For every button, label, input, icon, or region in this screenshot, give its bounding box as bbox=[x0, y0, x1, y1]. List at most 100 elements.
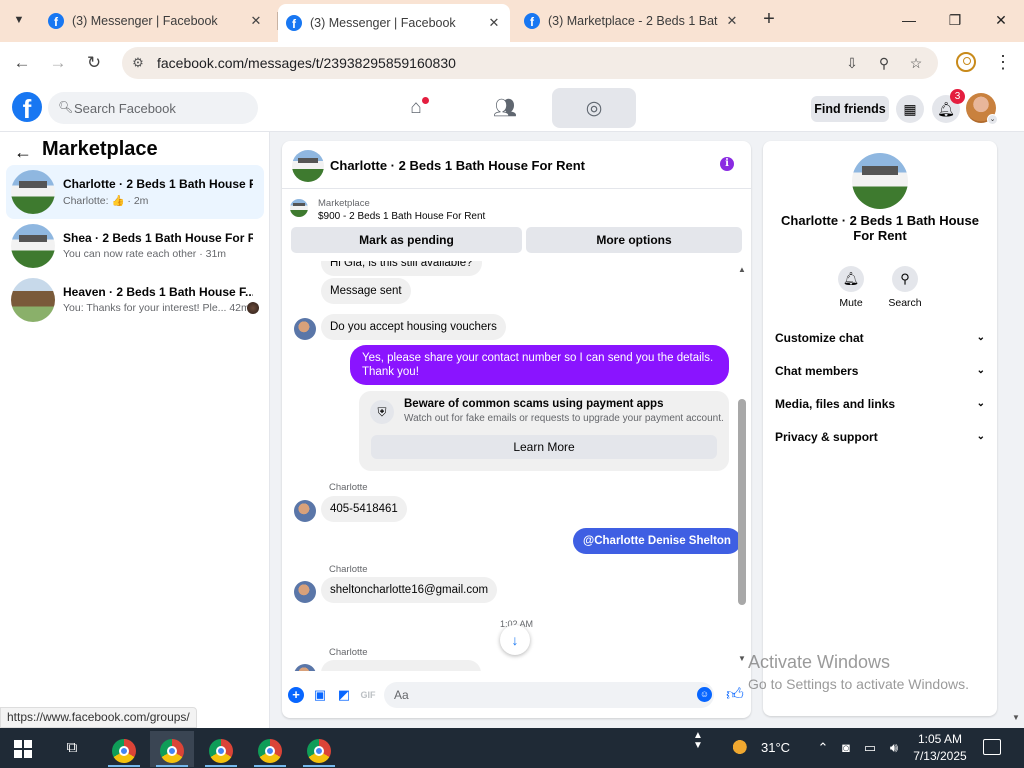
scroll-to-bottom-arrow-icon[interactable]: ↓ bbox=[500, 625, 530, 655]
message-list[interactable]: Hi Gia, is this still available? Message… bbox=[282, 261, 751, 671]
more-options-button[interactable]: More options bbox=[526, 227, 742, 253]
app-running-indicator bbox=[108, 765, 140, 767]
mute-button[interactable]: 🔔︎ Mute bbox=[831, 266, 871, 309]
sender-avatar[interactable] bbox=[294, 664, 316, 671]
account-chevron-icon[interactable]: ⌄ bbox=[987, 114, 998, 125]
conversation-item[interactable]: Heaven · 2 Beds 1 Bath House F... You: T… bbox=[6, 273, 264, 327]
task-view-icon[interactable]: ⧉ bbox=[62, 739, 82, 757]
forward-arrow-icon[interactable]: → bbox=[46, 51, 70, 75]
new-tab-button[interactable]: + bbox=[758, 9, 780, 31]
tab-close-icon[interactable]: ✕ bbox=[724, 13, 740, 29]
taskbar-chrome-app[interactable] bbox=[297, 731, 341, 767]
media-files-links-row[interactable]: Media, files and links ⌄ bbox=[775, 394, 985, 414]
conversation-name: Heaven · 2 Beds 1 Bath House F... bbox=[63, 285, 253, 299]
search-button[interactable]: ⚲ Search bbox=[885, 266, 925, 309]
nav-groups[interactable]: ◎ bbox=[552, 88, 636, 128]
privacy-support-row[interactable]: Privacy & support ⌄ bbox=[775, 427, 985, 447]
clock-date[interactable]: 7/13/2025 bbox=[910, 749, 970, 763]
action-center-icon[interactable] bbox=[983, 739, 1001, 755]
customize-chat-row[interactable]: Customize chat ⌄ bbox=[775, 328, 985, 348]
message-input[interactable] bbox=[384, 682, 714, 708]
listing-thumbnail[interactable] bbox=[292, 150, 324, 182]
app-running-indicator bbox=[156, 765, 188, 767]
windows-start-icon[interactable] bbox=[14, 740, 32, 758]
back-arrow-icon[interactable]: ← bbox=[14, 142, 32, 163]
search-label: Search bbox=[888, 297, 922, 309]
plus-icon[interactable]: + bbox=[288, 687, 304, 703]
browser-tab-3[interactable]: f (3) Marketplace - 2 Beds 1 Bath ✕ bbox=[516, 4, 748, 38]
conversation-name: Shea · 2 Beds 1 Bath House For Rent bbox=[63, 231, 253, 245]
search-icon: ⚲ bbox=[892, 266, 918, 292]
emoji-icon[interactable]: ☺ bbox=[697, 687, 712, 702]
browser-menu-icon[interactable]: ⋮ bbox=[994, 51, 1012, 75]
gif-icon[interactable]: GIF bbox=[360, 687, 376, 703]
sender-name: Charlotte bbox=[329, 564, 368, 575]
sender-avatar[interactable] bbox=[294, 318, 316, 340]
facebook-search-input[interactable] bbox=[74, 98, 249, 118]
taskbar-chrome-app[interactable] bbox=[150, 731, 194, 767]
message-bubble: Message sent bbox=[321, 278, 411, 304]
menu-grid-icon[interactable]: ▦ bbox=[896, 95, 924, 123]
clock-time[interactable]: 1:05 AM bbox=[915, 732, 965, 746]
sticker-icon[interactable]: ◩ bbox=[336, 687, 352, 703]
bookmark-star-icon[interactable]: ☆ bbox=[906, 54, 926, 72]
taskbar-chrome-app[interactable] bbox=[199, 731, 243, 767]
reload-icon[interactable]: ↻ bbox=[82, 51, 106, 75]
message-scrollbar[interactable]: ▲ ▼ bbox=[737, 265, 747, 665]
tab-close-icon[interactable]: ✕ bbox=[486, 15, 502, 31]
info-icon[interactable]: i bbox=[720, 157, 734, 171]
tab-close-icon[interactable]: ✕ bbox=[248, 13, 264, 29]
nav-friends[interactable]: 👥︎ bbox=[463, 88, 547, 128]
zoom-icon[interactable]: ⚲ bbox=[874, 54, 894, 72]
weather-icon[interactable] bbox=[731, 738, 753, 758]
browser-tab-1[interactable]: f (3) Messenger | Facebook ✕ bbox=[40, 4, 272, 38]
sender-avatar[interactable] bbox=[294, 581, 316, 603]
show-hidden-icons-chevron-icon[interactable]: ⌃ bbox=[815, 740, 831, 756]
camera-icon[interactable]: ◙ bbox=[838, 740, 854, 756]
activate-windows-hint: Go to Settings to activate Windows. bbox=[748, 676, 969, 692]
window-close-button[interactable]: ✕ bbox=[986, 8, 1016, 32]
scrollbar-thumb[interactable] bbox=[738, 399, 746, 605]
facebook-logo-icon[interactable]: f bbox=[12, 92, 42, 122]
photo-icon[interactable]: ▣ bbox=[312, 687, 328, 703]
scroll-down-arrow-icon[interactable]: ▼ bbox=[737, 654, 747, 664]
page-scroll-down-arrow-icon[interactable]: ▼ bbox=[1012, 713, 1020, 722]
chat-title[interactable]: Charlotte · 2 Beds 1 Bath House For Rent bbox=[330, 158, 585, 173]
back-arrow-icon[interactable]: ← bbox=[10, 51, 34, 75]
link-status-bar: https://www.facebook.com/groups/ bbox=[0, 707, 197, 728]
marketplace-label: Marketplace bbox=[318, 198, 370, 209]
network-icon[interactable]: ▭ bbox=[862, 740, 878, 756]
facebook-favicon-icon: f bbox=[48, 13, 64, 29]
learn-more-button[interactable]: Learn More bbox=[371, 435, 717, 459]
install-app-icon[interactable]: ⇩ bbox=[842, 54, 862, 72]
browser-profile-icon[interactable] bbox=[956, 52, 976, 72]
browser-tab-2-active[interactable]: f (3) Messenger | Facebook ✕ bbox=[278, 4, 510, 42]
taskbar-chrome-app[interactable] bbox=[102, 731, 146, 767]
minimize-button[interactable]: — bbox=[894, 8, 924, 32]
chrome-icon bbox=[258, 739, 282, 763]
listing-thumbnail[interactable] bbox=[852, 153, 908, 209]
find-friends-button[interactable]: Find friends bbox=[811, 96, 889, 122]
scroll-up-arrow-icon[interactable]: ▲ bbox=[737, 265, 747, 275]
listing-price[interactable]: $900 - 2 Beds 1 Bath House For Rent bbox=[318, 211, 485, 222]
thumbs-up-icon[interactable]: 👍︎ bbox=[726, 684, 744, 704]
conversation-preview: You: Thanks for your interest! Ple... 42… bbox=[63, 302, 250, 314]
sender-avatar[interactable] bbox=[294, 500, 316, 522]
mark-as-pending-button[interactable]: Mark as pending bbox=[291, 227, 522, 253]
taskbar-scroll-arrows-icon[interactable]: ▲ ▼ bbox=[692, 731, 704, 751]
listing-thumbnail[interactable] bbox=[290, 199, 308, 217]
row-label: Chat members bbox=[775, 364, 859, 378]
volume-icon[interactable]: 🔊︎ bbox=[886, 740, 902, 756]
site-info-icon[interactable]: ⚙ bbox=[130, 55, 146, 71]
address-bar[interactable]: ⚙ facebook.com/messages/t/23938295859160… bbox=[122, 47, 938, 79]
url-text[interactable]: facebook.com/messages/t/2393829585916083… bbox=[157, 55, 456, 71]
taskbar-chrome-app[interactable] bbox=[248, 731, 292, 767]
conversation-item[interactable]: Shea · 2 Beds 1 Bath House For Rent You … bbox=[6, 219, 264, 273]
tab-search-chevron-icon[interactable]: ▼ bbox=[6, 8, 32, 32]
nav-home[interactable]: ⌂ bbox=[374, 88, 458, 128]
message-bubble: 405-5418461 bbox=[321, 496, 407, 522]
maximize-button[interactable]: ❐ bbox=[940, 8, 970, 32]
temperature[interactable]: 31°C bbox=[761, 740, 790, 755]
conversation-item[interactable]: Charlotte · 2 Beds 1 Bath House Fo... Ch… bbox=[6, 165, 264, 219]
chat-members-row[interactable]: Chat members ⌄ bbox=[775, 361, 985, 381]
